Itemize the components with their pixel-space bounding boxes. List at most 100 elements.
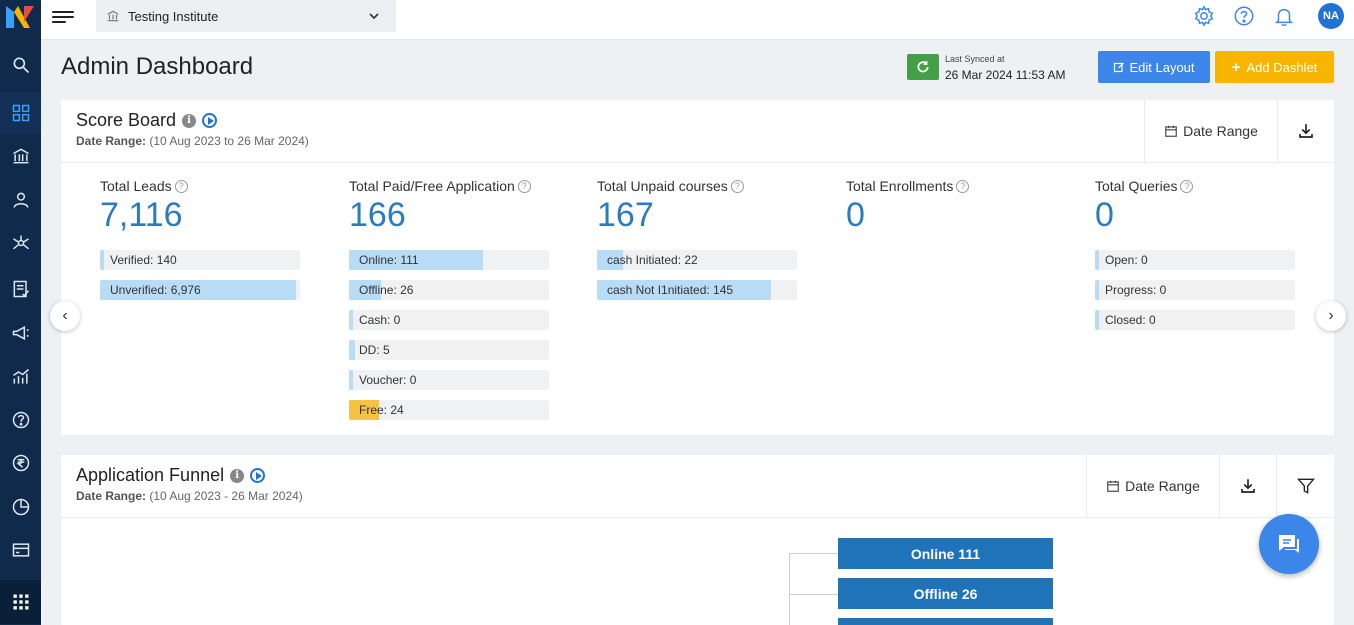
search-icon[interactable]: [0, 44, 41, 86]
score-bar-label: Closed: 0: [1105, 313, 1156, 327]
app-logo[interactable]: [0, 0, 41, 36]
scoreboard-title-row: Score Board i: [76, 110, 218, 131]
institute-select[interactable]: Testing Institute: [96, 0, 396, 32]
score-bar[interactable]: Open: 0: [1095, 250, 1295, 270]
date-range-label: Date Range:: [76, 489, 147, 503]
edit-layout-label: Edit Layout: [1129, 59, 1195, 75]
score-bar[interactable]: DD: 5: [349, 340, 549, 360]
score-bar[interactable]: Closed: 0: [1095, 310, 1295, 330]
funnel-stage-online[interactable]: Online 111: [838, 538, 1053, 569]
rupee-icon[interactable]: [0, 442, 41, 484]
score-bar[interactable]: Voucher: 0: [349, 370, 549, 390]
funnel-title-row: Application Funnel i: [76, 465, 266, 486]
score-bar-label: Progress: 0: [1105, 283, 1167, 297]
institute-icon[interactable]: [0, 135, 41, 177]
form-icon[interactable]: [0, 268, 41, 310]
score-value[interactable]: 0: [846, 198, 1046, 240]
scoreboard-date-range: Date Range: (10 Aug 2023 to 26 Mar 2024): [76, 134, 309, 148]
date-range-button[interactable]: Date Range: [1086, 455, 1219, 517]
play-icon[interactable]: [202, 113, 218, 128]
megaphone-icon[interactable]: [0, 312, 41, 354]
building-icon: [107, 10, 119, 22]
funnel-card: Application Funnel i Date Range: (10 Aug…: [61, 455, 1334, 625]
score-bar-fill: [1095, 280, 1099, 300]
question-icon[interactable]: ?: [517, 179, 531, 193]
date-range-button-label: Date Range: [1183, 123, 1258, 139]
score-value[interactable]: 0: [1095, 198, 1295, 240]
date-range-button-label: Date Range: [1125, 478, 1200, 494]
score-bar[interactable]: Verified: 140: [100, 250, 300, 270]
funnel-date-range: Date Range: (10 Aug 2023 - 26 Mar 2024): [76, 489, 303, 503]
avatar[interactable]: NA: [1318, 3, 1344, 29]
info-icon[interactable]: i: [182, 113, 197, 128]
score-bar[interactable]: Cash: 0: [349, 310, 549, 330]
score-bar-label: Unverified: 6,976: [110, 283, 201, 297]
add-dashlet-label: Add Dashlet: [1246, 59, 1318, 75]
chat-button[interactable]: [1259, 514, 1319, 574]
user-icon[interactable]: [0, 179, 41, 221]
calendar-icon: [1165, 125, 1177, 137]
score-bar-label: Cash: 0: [359, 313, 401, 327]
apps-grid-icon[interactable]: [0, 580, 41, 624]
score-bar[interactable]: Progress: 0: [1095, 280, 1295, 300]
score-bar-fill: [100, 250, 104, 270]
score-value[interactable]: 167: [597, 198, 797, 240]
dashboard-icon[interactable]: [0, 92, 41, 134]
score-bar-fill: [1095, 310, 1099, 330]
help-circle-icon[interactable]: [1233, 5, 1255, 27]
chat-icon: [1279, 535, 1299, 553]
score-value[interactable]: 166: [349, 198, 549, 240]
score-column: Total Paid/Free Application? 166 Online: 1…: [349, 178, 549, 420]
edit-layout-button[interactable]: Edit Layout: [1098, 51, 1210, 83]
calendar-icon: [1107, 480, 1119, 492]
score-bar[interactable]: Free: 24: [349, 400, 549, 420]
top-bar: Testing Institute NA: [41, 0, 1354, 40]
score-bar-label: Free: 24: [359, 403, 404, 417]
score-bar[interactable]: Offline: 26: [349, 280, 549, 300]
network-icon[interactable]: [0, 222, 41, 264]
question-icon[interactable]: ?: [1180, 179, 1194, 193]
funnel-header: Application Funnel i Date Range: (10 Aug…: [61, 455, 1334, 518]
add-dashlet-button[interactable]: + Add Dashlet: [1215, 51, 1334, 83]
score-value[interactable]: 7,116: [100, 198, 300, 240]
question-icon[interactable]: ?: [730, 179, 744, 193]
score-bar[interactable]: cash Not I1nitiated: 145: [597, 280, 797, 300]
gear-icon[interactable]: [1193, 5, 1215, 27]
question-icon[interactable]: ?: [956, 179, 970, 193]
date-range-value: (10 Aug 2023 to 26 Mar 2024): [149, 134, 309, 148]
score-bar[interactable]: Unverified: 6,976: [100, 280, 300, 300]
scroll-left-button[interactable]: ‹: [50, 301, 80, 331]
sync-button[interactable]: [907, 54, 939, 80]
pie-chart-icon[interactable]: [0, 486, 41, 528]
card-icon[interactable]: [0, 529, 41, 571]
score-bar-label: cash Initiated: 22: [607, 253, 698, 267]
download-button[interactable]: [1277, 100, 1334, 162]
date-range-button[interactable]: Date Range: [1144, 100, 1277, 162]
score-label-text: Total Paid/Free Application: [349, 178, 515, 194]
bell-icon[interactable]: [1273, 5, 1295, 27]
score-column: Total Unpaid courses? 167 cash Initiated: …: [597, 178, 797, 300]
filter-button[interactable]: [1276, 455, 1334, 517]
download-icon: [1241, 479, 1255, 493]
info-icon[interactable]: i: [230, 468, 245, 483]
question-icon[interactable]: ?: [174, 179, 188, 193]
download-button[interactable]: [1219, 455, 1276, 517]
score-label-text: Total Leads: [100, 178, 172, 194]
menu-icon[interactable]: [52, 8, 74, 28]
filter-icon: [1296, 478, 1315, 494]
funnel-stage-next[interactable]: [838, 618, 1053, 625]
score-bar[interactable]: cash Initiated: 22: [597, 250, 797, 270]
score-column: Total Queries? 0 Open: 0 Progress: 0 Closed:…: [1095, 178, 1295, 330]
scoreboard-title: Score Board: [76, 110, 177, 130]
help-icon[interactable]: [0, 399, 41, 441]
scroll-right-button[interactable]: ›: [1316, 301, 1346, 331]
funnel-stage-offline[interactable]: Offline 26: [838, 578, 1053, 609]
page-title: Admin Dashboard: [61, 53, 254, 80]
score-bar[interactable]: Online: 111: [349, 250, 549, 270]
analytics-icon[interactable]: [0, 356, 41, 398]
score-bar-label: Verified: 140: [110, 253, 177, 267]
score-label-text: Total Enrollments: [846, 178, 954, 194]
score-label: Total Leads?: [100, 178, 300, 194]
refresh-icon: [917, 61, 929, 73]
play-icon[interactable]: [250, 468, 266, 483]
